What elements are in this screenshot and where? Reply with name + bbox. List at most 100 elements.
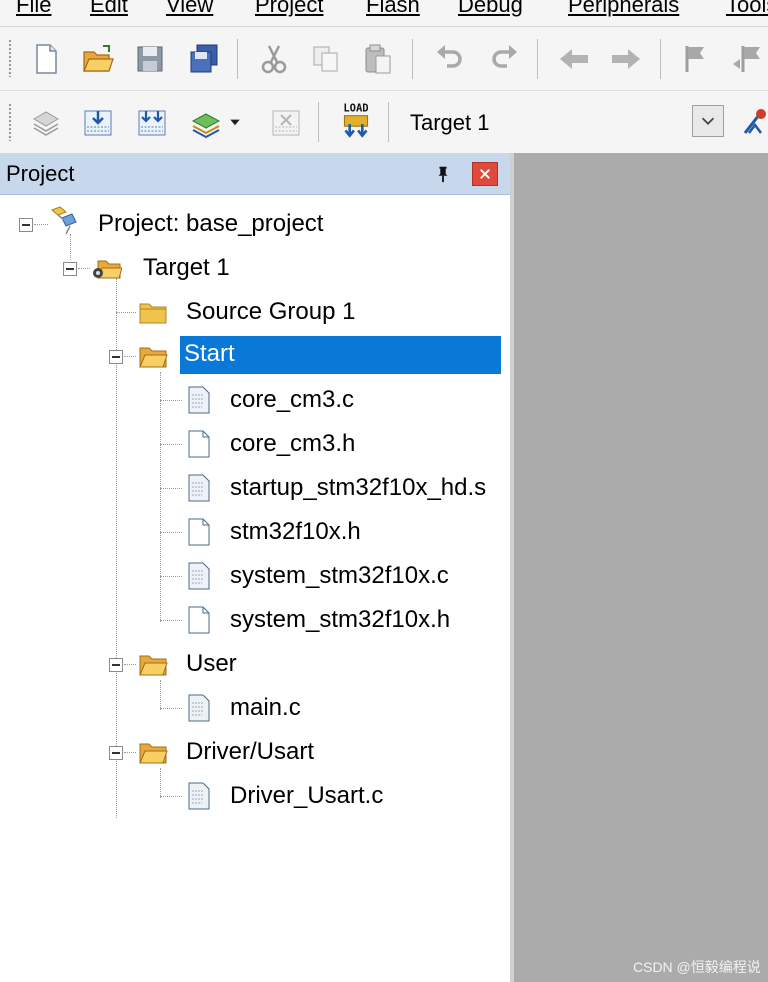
- project-panel-title: Project: [6, 161, 75, 186]
- collapse-toggle[interactable]: [19, 218, 33, 232]
- tree-node-target[interactable]: Target 1: [139, 252, 234, 284]
- redo-button[interactable]: [484, 39, 524, 79]
- c-file-icon: [188, 386, 210, 414]
- toolbar-separator: [318, 102, 319, 142]
- close-panel-button[interactable]: [472, 162, 498, 186]
- open-folder-icon: [139, 347, 168, 368]
- tree-connector: [160, 796, 182, 797]
- tree-connector: [160, 444, 182, 445]
- menu-debug[interactable]: Debug: [458, 0, 523, 18]
- project-panel: Project Project: base_project Target 1 S…: [0, 153, 514, 982]
- build-toolbar: LOAD Target 1: [0, 91, 768, 154]
- tree-connector: [78, 268, 90, 269]
- menu-view[interactable]: View: [166, 0, 213, 18]
- tree-connector: [160, 576, 182, 577]
- tree-node-file[interactable]: system_stm32f10x.c: [226, 560, 453, 592]
- tree-connector: [160, 708, 182, 709]
- project-tree[interactable]: Project: base_project Target 1 Source Gr…: [0, 194, 510, 982]
- menu-edit[interactable]: Edit: [90, 0, 128, 18]
- tree-node-group-selected[interactable]: Start: [180, 336, 501, 374]
- tree-connector: [160, 620, 182, 621]
- save-icon: [137, 46, 163, 72]
- tree-node-group[interactable]: User: [182, 648, 241, 680]
- tree-node-project[interactable]: Project: base_project: [94, 208, 327, 240]
- save-all-button[interactable]: [184, 39, 224, 79]
- open-folder-icon: [139, 655, 168, 676]
- load-label: LOAD: [343, 103, 368, 115]
- chevron-down-icon: [230, 119, 240, 126]
- menu-peripherals[interactable]: Peripherals: [568, 0, 679, 18]
- tree-connector: [160, 488, 182, 489]
- toolbar-separator: [537, 39, 538, 79]
- target-icon: [93, 260, 122, 279]
- toolbar-grip[interactable]: [8, 103, 12, 141]
- menu-file[interactable]: File: [16, 0, 51, 18]
- translate-button[interactable]: [26, 102, 66, 142]
- close-icon: [480, 169, 490, 179]
- save-button[interactable]: [130, 39, 170, 79]
- batch-build-button[interactable]: [186, 102, 226, 142]
- new-file-button[interactable]: [26, 39, 66, 79]
- editor-area[interactable]: [514, 153, 768, 982]
- rebuild-button[interactable]: [132, 102, 172, 142]
- rebuild-icon: [138, 110, 166, 136]
- collapse-toggle[interactable]: [109, 658, 123, 672]
- asm-file-icon: [188, 474, 210, 502]
- pin-button[interactable]: [430, 161, 456, 187]
- menu-project[interactable]: Project: [255, 0, 323, 18]
- tree-node-group[interactable]: Driver/Usart: [182, 736, 318, 768]
- collapse-toggle[interactable]: [63, 262, 77, 276]
- paste-icon: [365, 44, 391, 74]
- options-for-target-button[interactable]: [736, 102, 768, 142]
- menu-tools[interactable]: Tools: [726, 0, 768, 18]
- collapse-toggle[interactable]: [109, 746, 123, 760]
- project-icon: [51, 206, 77, 235]
- paste-button[interactable]: [358, 39, 398, 79]
- navigate-back-icon: [560, 49, 588, 69]
- toolbar-grip[interactable]: [8, 39, 12, 77]
- collapse-toggle[interactable]: [109, 350, 123, 364]
- stop-build-icon: [272, 110, 300, 136]
- open-button[interactable]: [78, 39, 118, 79]
- stop-build-button[interactable]: [266, 102, 306, 142]
- tree-node-file[interactable]: core_cm3.h: [226, 428, 359, 460]
- download-button[interactable]: LOAD: [336, 99, 376, 145]
- tree-connector: [116, 312, 136, 313]
- tree-node-file[interactable]: main.c: [226, 692, 305, 724]
- options-for-target-icon: [743, 109, 766, 134]
- bookmark-prev-icon: [733, 46, 760, 72]
- target-select-value[interactable]: Target 1: [410, 109, 490, 137]
- tree-node-file[interactable]: system_stm32f10x.h: [226, 604, 454, 636]
- header-file-icon: [188, 430, 210, 458]
- tree-node-file[interactable]: startup_stm32f10x_hd.s: [226, 472, 490, 504]
- toolbar-separator: [237, 39, 238, 79]
- bookmark-button[interactable]: [676, 39, 716, 79]
- tree-connector: [124, 356, 136, 357]
- toolbar-separator: [388, 102, 389, 142]
- translate-icon: [33, 111, 59, 136]
- tree-connector: [160, 680, 161, 710]
- tree-node-file[interactable]: Driver_Usart.c: [226, 780, 387, 812]
- menu-flash[interactable]: Flash: [366, 0, 420, 18]
- batch-build-dropdown[interactable]: [224, 102, 246, 142]
- cut-button[interactable]: [254, 39, 294, 79]
- batch-build-icon: [191, 113, 221, 139]
- navigate-forward-button[interactable]: [606, 39, 646, 79]
- target-dropdown-button[interactable]: [692, 105, 724, 137]
- pin-icon: [438, 166, 448, 183]
- open-folder-icon: [139, 743, 168, 764]
- tree-node-file[interactable]: core_cm3.c: [226, 384, 358, 416]
- copy-icon: [313, 46, 338, 72]
- undo-button[interactable]: [430, 39, 470, 79]
- tree-connector: [124, 664, 136, 665]
- tree-node-group[interactable]: Source Group 1: [182, 296, 359, 328]
- navigate-back-button[interactable]: [554, 39, 594, 79]
- redo-icon: [492, 45, 517, 68]
- copy-button[interactable]: [306, 39, 346, 79]
- folder-icon: [139, 303, 167, 324]
- tree-connector: [160, 532, 182, 533]
- tree-node-file[interactable]: stm32f10x.h: [226, 516, 365, 548]
- build-button[interactable]: [78, 102, 118, 142]
- bookmark-prev-button[interactable]: [728, 39, 768, 79]
- project-panel-header: Project: [0, 153, 510, 195]
